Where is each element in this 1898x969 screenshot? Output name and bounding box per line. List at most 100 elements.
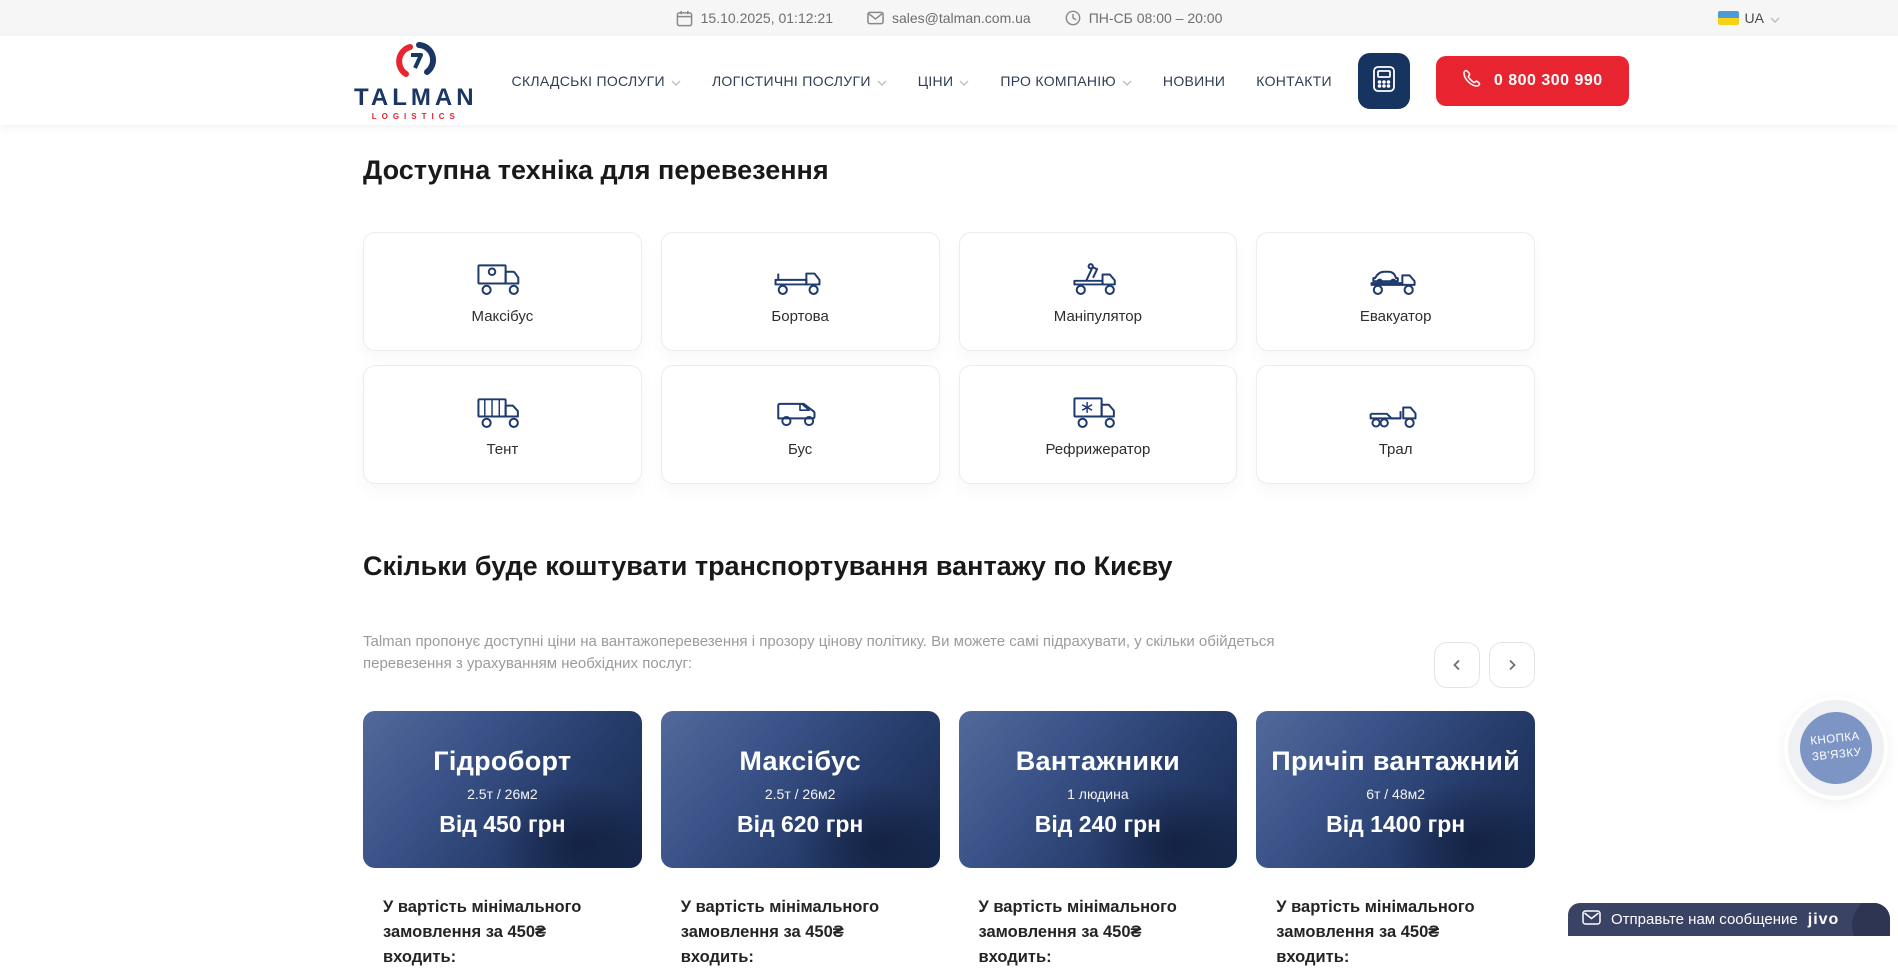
vehicle-card-manipulator[interactable]: Маніпулятор	[959, 232, 1238, 351]
van-icon	[771, 392, 829, 432]
topbar-datetime: 15.10.2025, 01:12:21	[676, 10, 833, 27]
topbar-email[interactable]: sales@talman.com.ua	[867, 10, 1031, 26]
price-card-photo: Вантажники 1 людина Від 240 грн	[959, 711, 1238, 868]
low-loader-trailer-icon	[1367, 392, 1425, 432]
nav-label: ПРО КОМПАНІЮ	[1000, 73, 1116, 89]
price-card-note: У вартість мінімального замовлення за 45…	[959, 868, 1238, 969]
crane-truck-icon	[1069, 259, 1127, 299]
clock-icon	[1065, 10, 1081, 26]
pricing-description: Talman пропонує доступні ціни на вантажо…	[363, 631, 1293, 675]
price-card-price: Від 1400 грн	[1326, 811, 1465, 838]
talman-logo[interactable]: TALMAN LOGISTICS	[354, 41, 478, 121]
price-card-name: Гідроборт	[433, 746, 571, 777]
price-card-cargo-trailer[interactable]: Причіп вантажний 6т / 48м2 Від 1400 грн …	[1256, 711, 1535, 969]
chat-widget[interactable]: Отправьте нам сообщение jivo	[1568, 903, 1890, 936]
phone-button[interactable]: 0 800 300 990	[1436, 56, 1629, 106]
tent-truck-icon	[473, 392, 531, 432]
vehicle-card-maxibus[interactable]: Максібус	[363, 232, 642, 351]
price-card-spec: 6т / 48м2	[1366, 786, 1425, 802]
ukraine-flag-icon	[1718, 11, 1739, 25]
calendar-icon	[676, 10, 693, 27]
price-card-name: Максібус	[739, 746, 861, 777]
chat-envelope-icon	[1582, 910, 1601, 930]
topbar-datetime-text: 15.10.2025, 01:12:21	[701, 10, 833, 26]
main-nav: СКЛАДСЬКІ ПОСЛУГИ ЛОГІСТИЧНІ ПОСЛУГИ ЦІН…	[512, 73, 1332, 89]
pricing-section-title: Скільки буде коштувати транспортування в…	[363, 551, 1535, 582]
calculator-button[interactable]	[1358, 53, 1410, 109]
flatbed-truck-icon	[771, 259, 829, 299]
nav-item-warehouse-services[interactable]: СКЛАДСЬКІ ПОСЛУГИ	[512, 73, 681, 89]
phone-icon	[1462, 68, 1482, 93]
tow-truck-icon	[1367, 259, 1425, 299]
nav-label: НОВИНИ	[1163, 73, 1225, 89]
chevron-down-icon	[877, 73, 887, 89]
box-truck-icon	[473, 259, 531, 299]
nav-item-logistics-services[interactable]: ЛОГІСТИЧНІ ПОСЛУГИ	[712, 73, 887, 89]
nav-item-about[interactable]: ПРО КОМПАНІЮ	[1000, 73, 1132, 89]
nav-label: СКЛАДСЬКІ ПОСЛУГИ	[512, 73, 665, 89]
chevron-down-icon	[1770, 10, 1780, 26]
language-label: UA	[1745, 10, 1764, 26]
topbar: 15.10.2025, 01:12:21 sales@talman.com.ua…	[0, 0, 1898, 36]
price-card-spec: 2.5т / 26м2	[765, 786, 836, 802]
vehicle-card-tent[interactable]: Тент	[363, 365, 642, 484]
price-card-name: Причіп вантажний	[1271, 746, 1520, 777]
price-card-photo: Причіп вантажний 6т / 48м2 Від 1400 грн	[1256, 711, 1535, 868]
chevron-down-icon	[1122, 73, 1132, 89]
vehicle-card-towtruck[interactable]: Евакуатор	[1256, 232, 1535, 351]
chat-message-label: Отправьте нам сообщение	[1611, 911, 1798, 928]
callback-button-label: КНОПКА ЗВ'ЯЗКУ	[1796, 708, 1875, 787]
nav-label: ЦІНИ	[918, 73, 954, 89]
nav-label: КОНТАКТИ	[1256, 73, 1332, 89]
logo-name: TALMAN	[354, 86, 478, 110]
vehicle-label: Евакуатор	[1360, 308, 1432, 325]
vehicle-card-flatbed[interactable]: Бортова	[661, 232, 940, 351]
vehicle-label: Бортова	[771, 308, 828, 325]
vehicle-label: Маніпулятор	[1054, 308, 1142, 325]
vehicle-label: Рефрижератор	[1045, 441, 1150, 458]
calculator-icon	[1372, 65, 1396, 96]
price-card-photo: Гідроборт 2.5т / 26м2 Від 450 грн	[363, 711, 642, 868]
logo-mark-icon	[393, 41, 439, 85]
price-card-name: Вантажники	[1016, 746, 1180, 777]
pricing-section: Скільки буде коштувати транспортування в…	[363, 551, 1535, 969]
price-card-note: У вартість мінімального замовлення за 45…	[661, 868, 940, 969]
vehicle-card-refrigerator[interactable]: Рефрижератор	[959, 365, 1238, 484]
carousel-controls	[1434, 642, 1535, 688]
chat-widget-decoration	[1852, 903, 1890, 936]
price-card-note: У вартість мінімального замовлення за 45…	[1256, 868, 1535, 969]
price-card-photo: Максібус 2.5т / 26м2 Від 620 грн	[661, 711, 940, 868]
price-card-price: Від 240 грн	[1035, 811, 1161, 838]
carousel-next-button[interactable]	[1489, 642, 1535, 688]
nav-item-prices[interactable]: ЦІНИ	[918, 73, 970, 89]
carousel-prev-button[interactable]	[1434, 642, 1480, 688]
language-switcher[interactable]: UA	[1718, 0, 1780, 36]
callback-button[interactable]: КНОПКА ЗВ'ЯЗКУ	[1784, 696, 1888, 800]
price-card-maxibus[interactable]: Максібус 2.5т / 26м2 Від 620 грн У варті…	[661, 711, 940, 969]
nav-item-news[interactable]: НОВИНИ	[1163, 73, 1225, 89]
jivo-logo: jivo	[1808, 911, 1840, 929]
vehicle-card-trailer[interactable]: Трал	[1256, 365, 1535, 484]
envelope-icon	[867, 11, 884, 25]
topbar-hours: ПН-СБ 08:00 – 20:00	[1065, 10, 1223, 26]
refrigerator-truck-icon	[1069, 392, 1127, 432]
price-card-note: У вартість мінімального замовлення за 45…	[363, 868, 642, 969]
nav-item-contacts[interactable]: КОНТАКТИ	[1256, 73, 1332, 89]
price-card-spec: 1 людина	[1067, 786, 1129, 802]
vehicle-card-van[interactable]: Бус	[661, 365, 940, 484]
vehicle-label: Тент	[486, 441, 518, 458]
topbar-email-text: sales@talman.com.ua	[892, 10, 1031, 26]
vehicle-label: Бус	[788, 441, 812, 458]
phone-number: 0 800 300 990	[1494, 72, 1603, 90]
price-card-spec: 2.5т / 26м2	[467, 786, 538, 802]
vehicle-label: Максібус	[472, 308, 534, 325]
topbar-hours-text: ПН-СБ 08:00 – 20:00	[1089, 10, 1223, 26]
site-header: TALMAN LOGISTICS СКЛАДСЬКІ ПОСЛУГИ ЛОГІС…	[0, 36, 1898, 125]
price-card-hydroboard[interactable]: Гідроборт 2.5т / 26м2 Від 450 грн У варт…	[363, 711, 642, 969]
price-card-price: Від 450 грн	[439, 811, 565, 838]
price-card-loaders[interactable]: Вантажники 1 людина Від 240 грн У вартіс…	[959, 711, 1238, 969]
chevron-down-icon	[959, 73, 969, 89]
vehicle-grid: Максібус Бортова Маніпулято	[363, 232, 1535, 484]
logo-tagline: LOGISTICS	[372, 113, 460, 121]
chevron-down-icon	[671, 73, 681, 89]
